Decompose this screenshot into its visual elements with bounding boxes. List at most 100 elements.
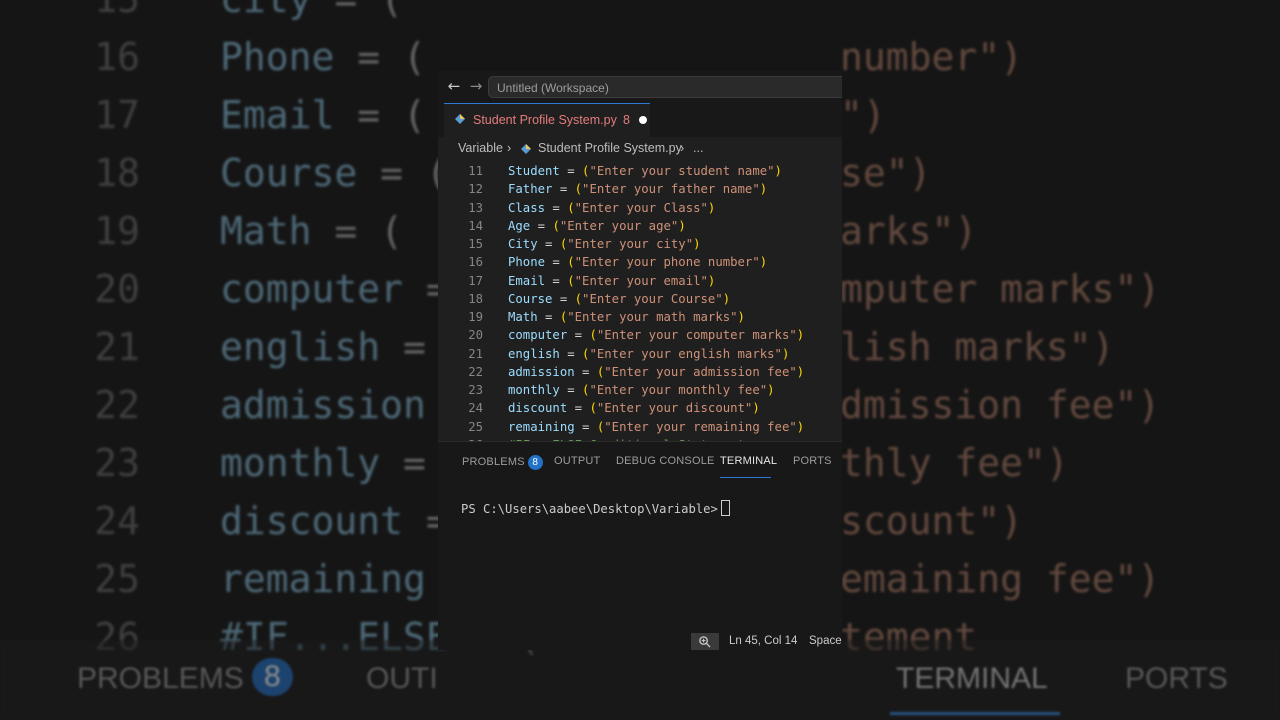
code-text: english = ("Enter your english marks")	[508, 345, 789, 363]
background-variable: Phone	[220, 35, 335, 79]
code-line[interactable]: 21 english = ("Enter your english marks")	[438, 345, 842, 363]
code-editor[interactable]: 11 Student = ("Enter your student name") 1…	[438, 159, 842, 441]
indentation-status[interactable]: Spaces	[809, 635, 842, 647]
background-line-number: 21	[94, 325, 140, 369]
status-bar: Ln 45, Col 14 Spaces	[438, 633, 842, 650]
string-literal: "Enter your english marks"	[589, 346, 782, 361]
variable-name: admission	[508, 364, 575, 379]
code-line[interactable]: 14 Age = ("Enter your age")	[438, 217, 842, 235]
breadcrumb: Variable › Student Profile System.py › .…	[438, 137, 842, 159]
background-terminal-label: TERMINAL	[896, 662, 1048, 695]
background-variable: city	[220, 0, 312, 28]
chevron-right-icon: ›	[507, 141, 512, 155]
breadcrumb-file[interactable]: Student Profile System.py	[538, 141, 682, 155]
code-line[interactable]: 24 discount = ("Enter your discount")	[438, 399, 842, 417]
python-file-icon	[521, 143, 531, 157]
background-problems-badge: 8	[252, 658, 293, 696]
variable-name: Student	[508, 164, 560, 178]
background-operator: = (	[311, 209, 404, 253]
tab-debug-console[interactable]: DEBUG CONSOLE	[616, 455, 715, 467]
paren-close: )	[796, 419, 805, 434]
paren-open: (	[589, 328, 597, 343]
paren-close: )	[796, 328, 805, 343]
assign-operator: =	[545, 200, 568, 215]
zoom-icon[interactable]	[691, 633, 719, 650]
code-text: Age = ("Enter your age")	[508, 217, 686, 235]
variable-name: City	[508, 237, 538, 251]
paren-open: (	[567, 200, 575, 215]
code-line[interactable]: 20 computer = ("Enter your computer marks…	[438, 326, 842, 344]
terminal-prompt: PS C:\Users\aabee\Desktop\Variable>	[461, 502, 718, 516]
tab-output[interactable]: OUTPUT	[554, 455, 600, 467]
variable-name: monthly	[508, 383, 560, 397]
background-line-number: 23	[94, 441, 140, 485]
assign-operator: =	[545, 255, 568, 270]
code-line[interactable]: 22 admission = ("Enter your admission fee…	[438, 363, 842, 381]
background-string-fragment: lish marks")	[840, 325, 1115, 369]
code-line[interactable]: 18 Course = ("Enter your Course")	[438, 290, 842, 308]
code-line[interactable]: 25 remaining = ("Enter your remaining fee…	[438, 418, 842, 436]
tab-ports[interactable]: PORTS	[793, 455, 832, 467]
terminal-output[interactable]: PS C:\Users\aabee\Desktop\Variable>	[461, 500, 730, 516]
paren-close: )	[781, 346, 790, 361]
tab-student-profile-system[interactable]: Student Profile System.py 8	[444, 103, 650, 137]
code-text: Email = ("Enter your email")	[508, 272, 715, 290]
background-variable: Email	[220, 93, 335, 137]
bottom-panel: PROBLEMS 8 OUTPUT DEBUG CONSOLE TERMINAL …	[438, 441, 842, 634]
background-line-number: 17	[94, 93, 140, 137]
problems-badge: 8	[527, 455, 543, 470]
code-text: Phone = ("Enter your phone number")	[508, 253, 767, 271]
background-operator: = (	[357, 151, 449, 195]
background-string-fragment: arks")	[840, 209, 978, 253]
string-literal: "Enter your father name"	[582, 182, 760, 197]
paren-close: )	[707, 200, 716, 215]
code-line[interactable]: 17 Email = ("Enter your email")	[438, 272, 842, 290]
back-arrow-icon[interactable]: ←	[444, 76, 464, 96]
cursor-position[interactable]: Ln 45, Col 14	[729, 635, 797, 647]
line-number: 15	[468, 237, 483, 251]
code-line[interactable]: 23 monthly = ("Enter your monthly fee")	[438, 381, 842, 399]
background-string-fragment: se")	[840, 151, 932, 195]
code-line[interactable]: 15 City = ("Enter your city")	[438, 235, 842, 253]
background-code-line: 15city = (	[0, 0, 1280, 28]
paren-close: )	[707, 273, 716, 288]
assign-operator: =	[537, 237, 560, 251]
code-text: discount = ("Enter your discount")	[508, 399, 760, 417]
assign-operator: =	[530, 218, 553, 233]
code-line[interactable]: 16 Phone = ("Enter your phone number")	[438, 253, 842, 271]
background-string-fragment: mputer marks")	[840, 267, 1161, 311]
code-line[interactable]: 19 Math = ("Enter your math marks")	[438, 308, 842, 326]
string-literal: "Enter your computer marks"	[596, 328, 797, 343]
background-operator: = (	[312, 0, 403, 28]
background-line-number: 20	[94, 267, 140, 311]
line-number: 12	[468, 182, 483, 197]
line-number: 21	[468, 346, 483, 361]
code-text: admission = ("Enter your admission fee")	[508, 363, 804, 381]
background-string-fragment: emaining fee")	[840, 557, 1161, 601]
background-problems-label: PROBLEMS	[77, 662, 244, 695]
tab-terminal[interactable]: TERMINAL	[720, 455, 777, 467]
paren-close: )	[678, 218, 686, 233]
code-text: Student = ("Enter your student name")	[508, 162, 782, 180]
background-output-label: OUTI	[366, 662, 438, 695]
line-number: 18	[468, 291, 483, 306]
breadcrumb-folder[interactable]: Variable	[458, 141, 503, 155]
command-center-search[interactable]: Untitled (Workspace)	[488, 76, 842, 98]
string-literal: "Enter your discount"	[596, 401, 753, 416]
variable-name: remaining	[508, 419, 575, 434]
assign-operator: =	[567, 328, 590, 343]
code-line[interactable]: 12 Father = ("Enter your father name")	[438, 180, 842, 198]
line-number: 11	[468, 164, 483, 178]
background-ports-label: PORTS	[1125, 662, 1228, 695]
forward-arrow-icon[interactable]: →	[466, 76, 486, 96]
assign-operator: =	[574, 419, 597, 434]
breadcrumb-more[interactable]: ...	[693, 141, 703, 155]
code-line[interactable]: 11 Student = ("Enter your student name")	[438, 162, 842, 180]
line-number: 19	[468, 310, 483, 324]
chevron-right-icon: ›	[680, 141, 685, 155]
background-variable: Course	[220, 151, 358, 195]
unsaved-dot-icon[interactable]	[639, 116, 647, 124]
background-string-fragment: scount")	[840, 499, 1024, 543]
code-line[interactable]: 13 Class = ("Enter your Class")	[438, 199, 842, 217]
tab-problems[interactable]: PROBLEMS 8	[462, 455, 543, 470]
